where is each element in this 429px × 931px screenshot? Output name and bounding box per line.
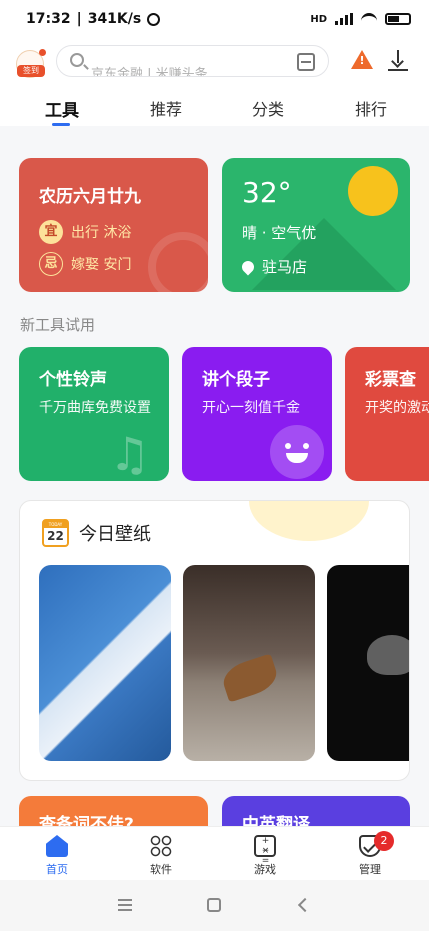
search-input[interactable]: 京东金融 | 米赚头条	[56, 45, 329, 77]
menu-icon[interactable]	[118, 899, 132, 911]
lunar-calendar-card[interactable]: 农历六月廿九 宜 出行 沐浴 忌 嫁娶 安门	[19, 158, 208, 292]
calendar-day: 22	[47, 529, 64, 543]
wifi-icon	[361, 13, 377, 25]
top-tabs: 工具 推荐 分类 排行	[0, 88, 429, 126]
battery-icon	[385, 13, 411, 25]
bottom-navigation: 首页 软件 游戏 管理 2	[0, 826, 429, 880]
tool-title: 个性铃声	[39, 370, 107, 390]
music-note-icon: ♫	[109, 427, 151, 481]
weather-card[interactable]: 32° 晴 · 空气优 驻马店	[222, 158, 410, 292]
network-type: HD	[310, 13, 327, 25]
lunar-date: 农历六月廿九	[39, 187, 141, 207]
download-icon[interactable]	[388, 50, 408, 72]
tool-description: 开奖的激动啊	[365, 400, 429, 416]
building-wallpaper-image[interactable]	[39, 565, 171, 761]
tab-ranking[interactable]: 排行	[331, 96, 411, 120]
warning-mark: !	[359, 54, 365, 67]
nav-software[interactable]: 软件	[131, 835, 191, 877]
tool-card-lottery[interactable]: 彩票查 开奖的激动啊	[345, 347, 429, 481]
notification-dot-icon	[39, 49, 46, 56]
calendar-icon: TODAY 22	[42, 519, 69, 547]
autumn-leaf-wallpaper-image[interactable]	[183, 565, 315, 761]
location-name: 驻马店	[262, 258, 308, 276]
temperature: 32°	[242, 176, 292, 209]
search-icon	[70, 53, 84, 67]
wallpaper-title: 今日壁纸	[79, 524, 151, 545]
tool-title: 彩票查	[365, 370, 416, 390]
alarm-icon	[147, 12, 161, 26]
nav-manage-label: 管理	[359, 863, 381, 876]
tool-card-jokes[interactable]: 讲个段子 开心一刻值千金	[182, 347, 332, 481]
glow-decoration	[249, 501, 369, 541]
daily-wallpaper-panel: TODAY 22 今日壁纸	[19, 500, 410, 781]
smile-icon	[270, 425, 324, 479]
section-title-new-tools: 新工具试用	[20, 316, 96, 334]
signal-icon	[335, 13, 353, 25]
bad-badge: 忌	[39, 252, 63, 276]
tool-description: 千万曲库免费设置	[39, 400, 151, 416]
search-row: 签到 京东金融 | 米赚头条 !	[0, 38, 429, 88]
back-icon[interactable]	[297, 897, 313, 913]
sign-in-badge: 签到	[17, 65, 45, 77]
manage-badge: 2	[374, 831, 394, 851]
scan-icon[interactable]	[297, 53, 315, 71]
game-icon	[254, 835, 276, 866]
search-placeholder: 京东金融 | 米赚头条	[91, 67, 208, 77]
good-badge: 宜	[39, 220, 63, 244]
jellyfish-wallpaper-image[interactable]	[327, 565, 409, 761]
tab-category[interactable]: 分类	[228, 96, 308, 120]
weather-description: 晴 · 空气优	[242, 224, 317, 242]
sign-in-logo[interactable]: 签到	[16, 49, 46, 78]
calendar-today-label: TODAY	[44, 521, 67, 528]
tool-description: 开心一刻值千金	[202, 400, 300, 416]
nav-home-label: 首页	[46, 863, 68, 876]
tab-tools[interactable]: 工具	[22, 96, 102, 121]
status-left: 17:32 | 341K/s	[26, 11, 161, 27]
status-separator: |	[76, 11, 82, 27]
wallpaper-header: TODAY 22 今日壁纸	[42, 519, 151, 547]
nav-games[interactable]: 游戏	[235, 835, 295, 877]
bad-activities: 嫁娶 安门	[71, 257, 132, 273]
cloud-pattern-icon	[148, 232, 208, 292]
bad-activities-row: 忌 嫁娶 安门	[39, 252, 131, 276]
location-pin-icon	[239, 258, 257, 275]
nav-manage[interactable]: 管理 2	[340, 831, 400, 877]
jellyfish-shape	[367, 635, 409, 675]
good-activities-row: 宜 出行 沐浴	[39, 220, 131, 244]
nav-home[interactable]: 首页	[27, 835, 87, 877]
status-speed: 341K/s	[87, 11, 142, 27]
active-tab-indicator	[52, 123, 70, 126]
tool-title: 讲个段子	[202, 370, 270, 390]
status-time: 17:32	[26, 11, 71, 27]
status-right: HD	[310, 13, 411, 25]
home-square-icon[interactable]	[207, 898, 221, 912]
tab-recommend[interactable]: 推荐	[126, 96, 206, 120]
good-activities: 出行 沐浴	[71, 225, 132, 241]
sun-icon	[348, 166, 398, 216]
status-bar: 17:32 | 341K/s HD	[0, 0, 429, 38]
system-navigation	[0, 880, 429, 931]
leaf-shape	[219, 653, 281, 703]
nav-software-label: 软件	[150, 863, 172, 876]
home-icon	[46, 835, 68, 857]
tool-card-ringtone[interactable]: 个性铃声 千万曲库免费设置 ♫	[19, 347, 169, 481]
location: 驻马店	[239, 256, 308, 277]
apps-icon	[150, 835, 172, 857]
